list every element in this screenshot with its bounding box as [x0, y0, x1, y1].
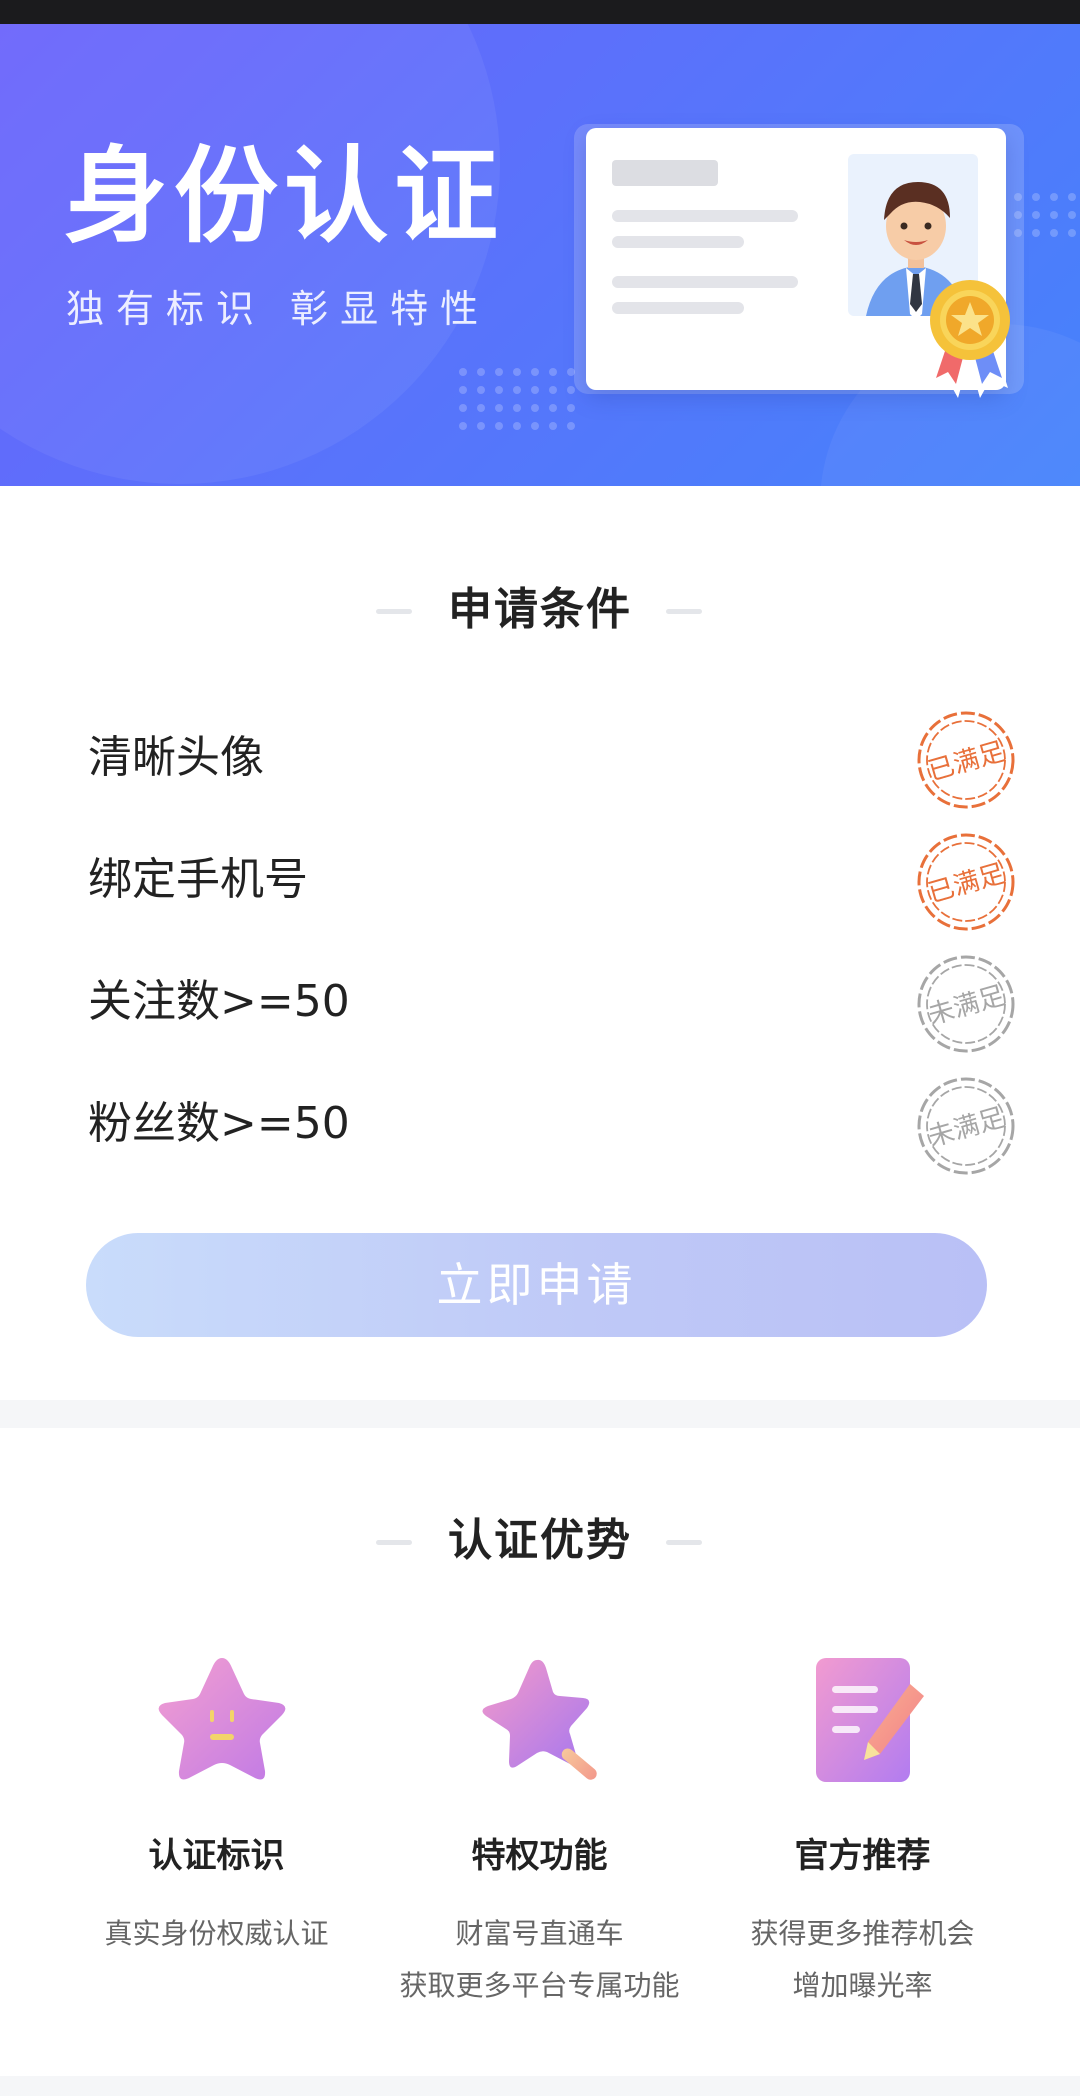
advantage-desc: 获得更多推荐机会 增加曝光率: [701, 1908, 1024, 2012]
stamp-text: 已满足: [925, 737, 1008, 787]
stamp-met-icon: 已满足: [917, 711, 1015, 809]
bottom-band: [0, 2076, 1080, 2096]
stamp-text: 未满足: [925, 1103, 1008, 1153]
condition-label: 清晰头像: [88, 732, 264, 783]
stamp-met-icon: 已满足: [917, 833, 1015, 931]
document-pencil-icon: [816, 1658, 924, 1782]
advantage-desc: 财富号直通车 获取更多平台专属功能: [378, 1908, 701, 2012]
banner-title: 身份认证: [64, 135, 505, 257]
condition-row: 关注数>=50 未满足: [88, 955, 1015, 1053]
advantage-desc-line: 获取更多平台专属功能: [399, 1969, 680, 2002]
advantage-desc-line: 获得更多推荐机会: [750, 1917, 975, 1950]
advantages-section-header: 认证优势: [0, 1511, 1080, 1571]
hero-banner: 身份认证 独有标识 彰显特性: [0, 24, 1080, 486]
condition-row: 粉丝数>=50 未满足: [88, 1077, 1015, 1175]
stamp-unmet-icon: 未满足: [917, 955, 1015, 1053]
divider-right: [666, 1540, 702, 1545]
stamp-text: 未满足: [925, 981, 1008, 1031]
condition-label: 绑定手机号: [88, 854, 308, 905]
divider-right: [666, 609, 702, 614]
stamp-text: 已满足: [925, 859, 1008, 909]
conditions-section-header: 申请条件: [0, 580, 1080, 640]
stamp-unmet-icon: 未满足: [917, 1077, 1015, 1175]
award-medal-icon: [930, 280, 1010, 398]
banner-subtitle: 独有标识 彰显特性: [66, 287, 491, 331]
star-face-icon: [158, 1658, 286, 1780]
status-bar: [0, 0, 1080, 24]
condition-label: 粉丝数>=50: [88, 1098, 350, 1149]
advantages-title: 认证优势: [448, 1515, 632, 1566]
apply-now-button[interactable]: 立即申请: [86, 1233, 987, 1337]
advantage-desc: 真实身份权威认证: [55, 1908, 378, 1960]
condition-row: 绑定手机号 已满足: [88, 833, 1015, 931]
magic-star-icon: [482, 1659, 597, 1780]
advantage-desc-line: 增加曝光率: [792, 1969, 933, 2002]
advantage-title: 认证标识: [148, 1836, 285, 1876]
advantage-title: 官方推荐: [794, 1836, 931, 1876]
advantage-title: 特权功能: [471, 1836, 608, 1876]
condition-row: 清晰头像 已满足: [88, 711, 1015, 809]
advantage-desc-line: 真实身份权威认证: [104, 1917, 329, 1950]
advantage-desc-line: 财富号直通车: [455, 1917, 624, 1950]
condition-label: 关注数>=50: [88, 976, 350, 1027]
section-divider: [0, 1400, 1080, 1428]
conditions-title: 申请条件: [448, 584, 632, 635]
